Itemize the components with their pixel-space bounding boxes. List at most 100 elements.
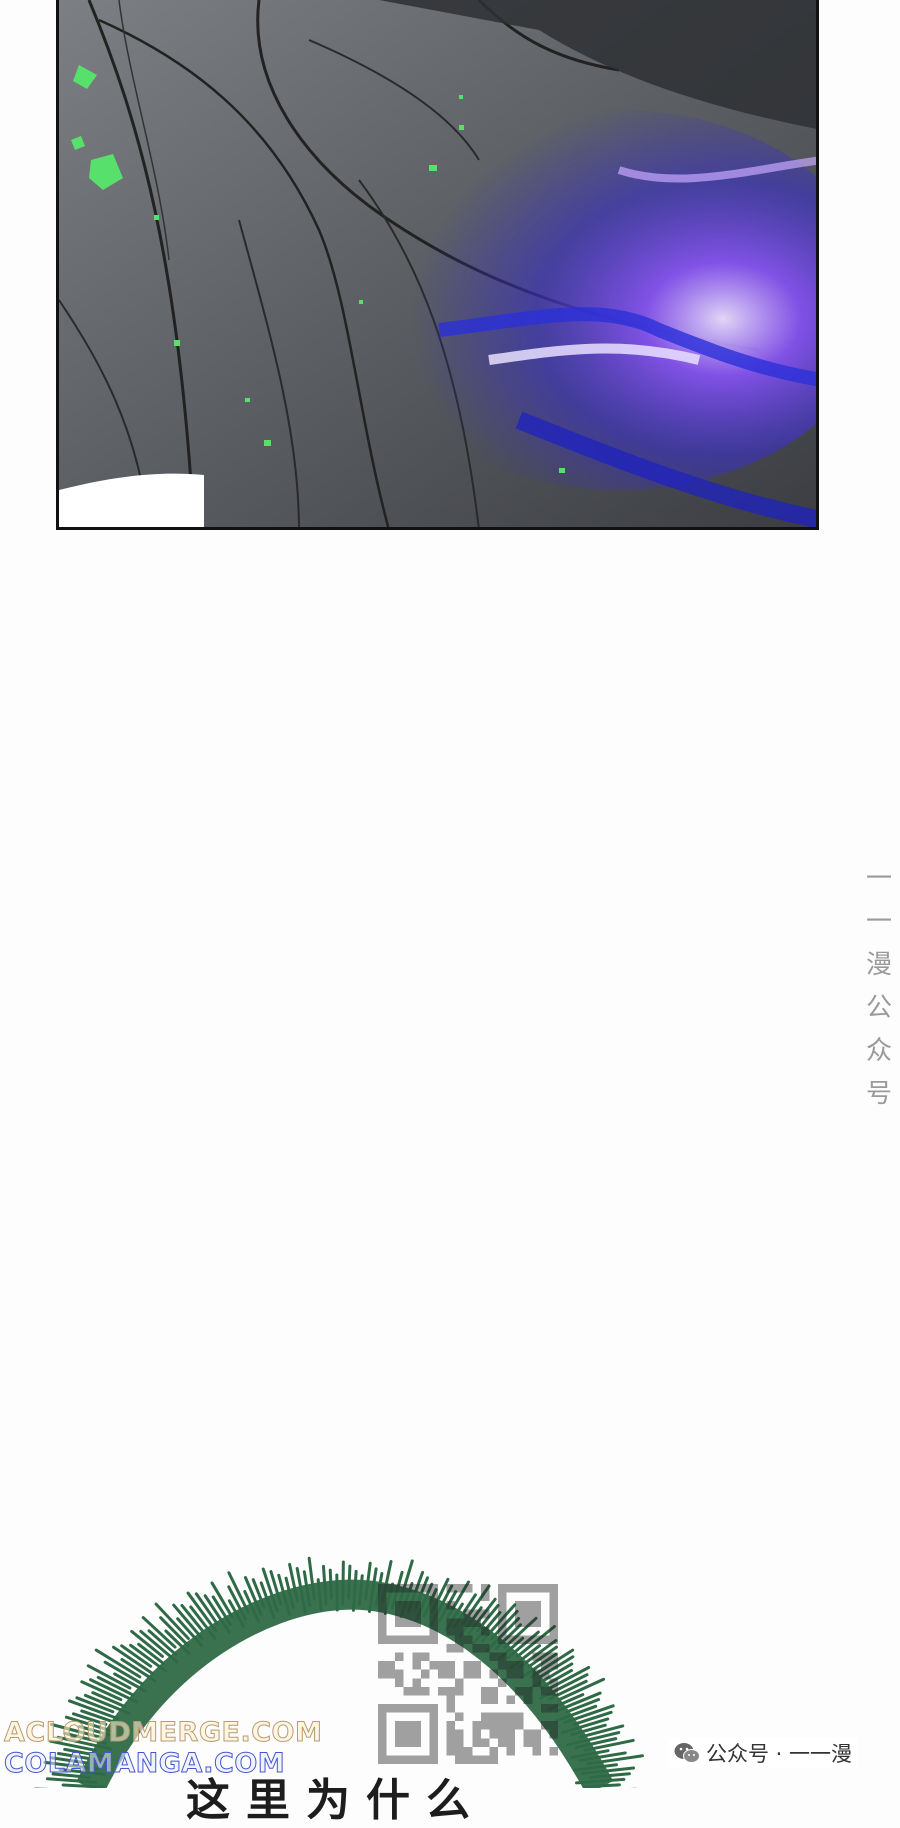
qr-cell <box>378 1635 387 1644</box>
qr-cell <box>395 1738 404 1747</box>
qr-cell <box>498 1730 507 1739</box>
burst-line <box>143 1618 175 1648</box>
qr-cell <box>404 1755 413 1764</box>
qr-cell <box>429 1584 438 1593</box>
comic-panel <box>56 0 819 530</box>
qr-cell <box>421 1670 430 1679</box>
qr-cell <box>404 1730 413 1739</box>
qr-cell <box>532 1747 541 1756</box>
qr-cell <box>532 1635 541 1644</box>
qr-cell <box>429 1593 438 1602</box>
qr-cell <box>404 1618 413 1627</box>
qr-cell <box>489 1730 498 1739</box>
qr-cell <box>532 1618 541 1627</box>
qr-code-icon <box>378 1584 558 1764</box>
qr-cell <box>395 1618 404 1627</box>
qr-cell <box>549 1721 558 1730</box>
side-watermark: 一 一 漫 公 众 号 <box>862 858 896 1116</box>
qr-cell <box>378 1738 387 1747</box>
qr-cell <box>532 1730 541 1739</box>
qr-cell <box>421 1687 430 1696</box>
qr-cell <box>472 1721 481 1730</box>
qr-cell <box>515 1635 524 1644</box>
side-watermark-char: 一 <box>862 901 896 944</box>
qr-cell <box>455 1730 464 1739</box>
qr-cell <box>489 1721 498 1730</box>
qr-cell <box>498 1627 507 1636</box>
qr-cell <box>395 1584 404 1593</box>
qr-cell <box>404 1687 413 1696</box>
qr-cell <box>515 1618 524 1627</box>
qr-cell <box>507 1635 516 1644</box>
qr-cell <box>455 1755 464 1764</box>
qr-cell <box>404 1584 413 1593</box>
qr-cell <box>429 1601 438 1610</box>
qr-cell <box>515 1670 524 1679</box>
qr-cell <box>541 1704 550 1713</box>
qr-cell <box>532 1584 541 1593</box>
qr-cell <box>447 1601 456 1610</box>
qr-cell <box>412 1721 421 1730</box>
qr-cell <box>515 1610 524 1619</box>
qr-cell <box>541 1670 550 1679</box>
qr-cell <box>395 1610 404 1619</box>
side-watermark-char: 一 <box>862 858 896 901</box>
qr-cell <box>447 1670 456 1679</box>
qr-cell <box>404 1610 413 1619</box>
qr-cell <box>524 1584 533 1593</box>
qr-cell <box>549 1704 558 1713</box>
qr-cell <box>507 1747 516 1756</box>
qr-cell <box>429 1747 438 1756</box>
qr-cell <box>532 1610 541 1619</box>
qr-cell <box>387 1704 396 1713</box>
qr-cell <box>455 1584 464 1593</box>
qr-cell <box>507 1584 516 1593</box>
qr-cell <box>498 1635 507 1644</box>
qr-cell <box>387 1635 396 1644</box>
qr-cell <box>455 1687 464 1696</box>
qr-cell <box>532 1678 541 1687</box>
qr-cell <box>464 1635 473 1644</box>
qr-cell <box>549 1618 558 1627</box>
qr-cell <box>541 1687 550 1696</box>
qr-cell <box>481 1644 490 1653</box>
qr-cell <box>549 1601 558 1610</box>
qr-cell <box>541 1635 550 1644</box>
qr-cell <box>481 1695 490 1704</box>
qr-cell <box>524 1618 533 1627</box>
robe-energy-artwork <box>59 0 819 530</box>
qr-cell <box>498 1584 507 1593</box>
qr-cell <box>524 1610 533 1619</box>
qr-cell <box>429 1635 438 1644</box>
qr-cell <box>395 1670 404 1679</box>
qr-cell <box>507 1670 516 1679</box>
wechat-icon <box>674 1742 700 1764</box>
qr-cell <box>395 1730 404 1739</box>
qr-cell <box>455 1747 464 1756</box>
qr-cell <box>489 1687 498 1696</box>
qr-cell <box>447 1730 456 1739</box>
qr-cell <box>395 1721 404 1730</box>
qr-cell <box>481 1584 490 1593</box>
qr-cell <box>412 1635 421 1644</box>
qr-cell <box>481 1610 490 1619</box>
qr-cell <box>472 1738 481 1747</box>
qr-cell <box>404 1635 413 1644</box>
qr-cell <box>515 1601 524 1610</box>
qr-cell <box>464 1610 473 1619</box>
qr-cell <box>378 1704 387 1713</box>
qr-cell <box>524 1635 533 1644</box>
qr-cell <box>429 1721 438 1730</box>
qr-cell <box>447 1627 456 1636</box>
qr-cell <box>498 1593 507 1602</box>
qr-cell <box>438 1661 447 1670</box>
qr-cell <box>524 1687 533 1696</box>
qr-cell <box>549 1747 558 1756</box>
qr-cell <box>515 1721 524 1730</box>
qr-cell <box>489 1747 498 1756</box>
qr-cell <box>404 1738 413 1747</box>
qr-cell <box>455 1644 464 1653</box>
wechat-badge: 公众号 · 一一漫 <box>668 1738 858 1768</box>
qr-cell <box>378 1755 387 1764</box>
qr-cell <box>404 1721 413 1730</box>
